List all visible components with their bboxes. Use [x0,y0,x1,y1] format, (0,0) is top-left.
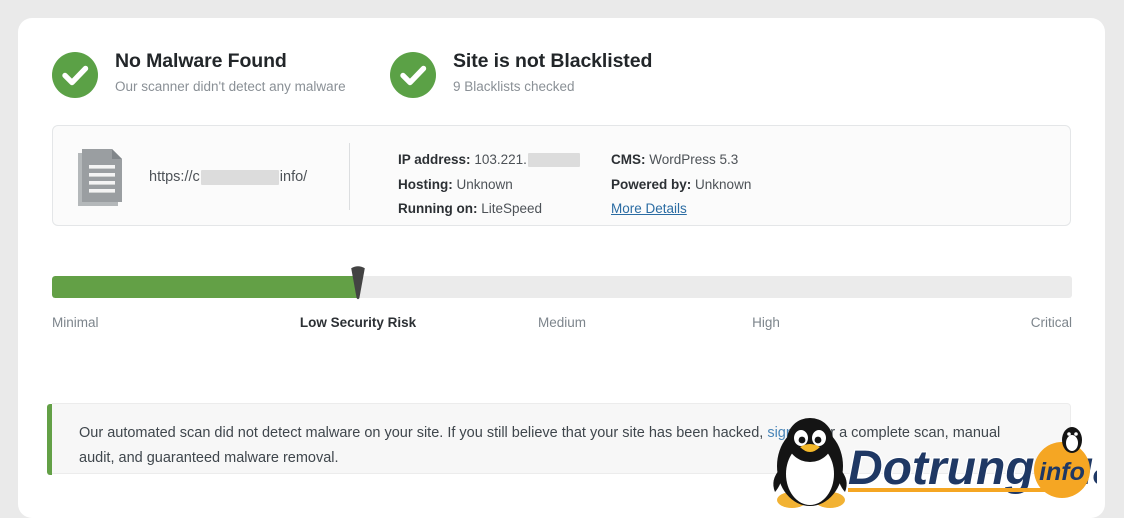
risk-scale-label: Minimal [52,315,99,330]
status-summary-row: No Malware Found Our scanner didn't dete… [52,48,652,98]
risk-meter-track [52,276,1072,298]
site-url: https://c info/ [149,169,307,185]
risk-scale-label: High [752,315,780,330]
site-url-suffix: info/ [279,169,308,185]
risk-meter-marker-icon [349,265,367,301]
scan-notice: Our automated scan did not detect malwar… [47,403,1071,475]
detail-hosting-value: Unknown [456,176,513,192]
check-circle-icon [52,52,98,98]
detail-hosting: Hosting: Unknown [398,173,580,198]
status-malware-text: No Malware Found Our scanner didn't dete… [115,48,346,97]
detail-powered-value: Unknown [695,176,752,192]
detail-running-value: LiteSpeed [481,201,543,216]
site-detail-column-left: IP address: 103.221. Hosting: Unknown Ru… [398,148,580,222]
detail-powered-by: Powered by: Unknown [611,173,751,198]
info-divider [349,143,350,210]
risk-meter-scale: Minimal Low Security Risk Medium High Critic… [52,315,1072,335]
status-blacklist-subtitle: 9 Blacklists checked [453,79,575,94]
detail-ip-redacted [527,153,580,168]
scan-results-card: No Malware Found Our scanner didn't dete… [18,18,1105,518]
security-risk-meter: Minimal Low Security Risk Medium High Critic… [52,266,1072,335]
site-detail-column-right: CMS: WordPress 5.3 Powered by: Unknown M… [611,148,751,222]
detail-ip-label: IP address: [398,152,471,167]
notice-accent-bar [47,404,52,475]
detail-hosting-label: Hosting: [398,176,453,192]
status-malware-title: No Malware Found [115,50,287,72]
risk-scale-label: Medium [537,315,587,330]
more-details-link[interactable]: More Details [611,201,687,216]
detail-running-on: Running on: LiteSpeed [398,197,580,222]
notice-text: Our automated scan did not detect malwar… [79,421,1029,471]
risk-meter-fill [52,276,358,298]
status-blacklist-title: Site is not Blacklisted [453,50,653,72]
detail-cms-value: WordPress 5.3 [649,152,739,167]
risk-scale-label: Low Security Risk [299,315,417,330]
notice-text-before: Our automated scan did not detect malwar… [79,425,768,441]
detail-ip-address: IP address: 103.221. [398,148,580,173]
site-info-panel: https://c info/ IP address: 103.221. Hos… [52,125,1071,226]
site-url-prefix: https://c [149,169,200,185]
site-url-redacted [200,169,279,185]
status-blacklist: Site is not Blacklisted 9 Blacklists che… [390,48,652,98]
document-icon [76,143,128,208]
status-malware: No Malware Found Our scanner didn't dete… [52,48,390,98]
detail-powered-label: Powered by: [611,176,692,192]
status-malware-subtitle: Our scanner didn't detect any malware [115,79,346,94]
detail-cms: CMS: WordPress 5.3 [611,148,751,173]
detail-ip-value: 103.221. [474,152,527,167]
check-circle-icon [390,52,436,98]
detail-more-details-row: More Details [611,197,751,222]
detail-running-label: Running on: [398,201,478,216]
status-blacklist-text: Site is not Blacklisted 9 Blacklists che… [453,48,652,97]
risk-scale-label: Critical [1030,315,1072,330]
detail-cms-label: CMS: [611,152,646,167]
sign-up-link[interactable]: sign up [767,425,814,441]
